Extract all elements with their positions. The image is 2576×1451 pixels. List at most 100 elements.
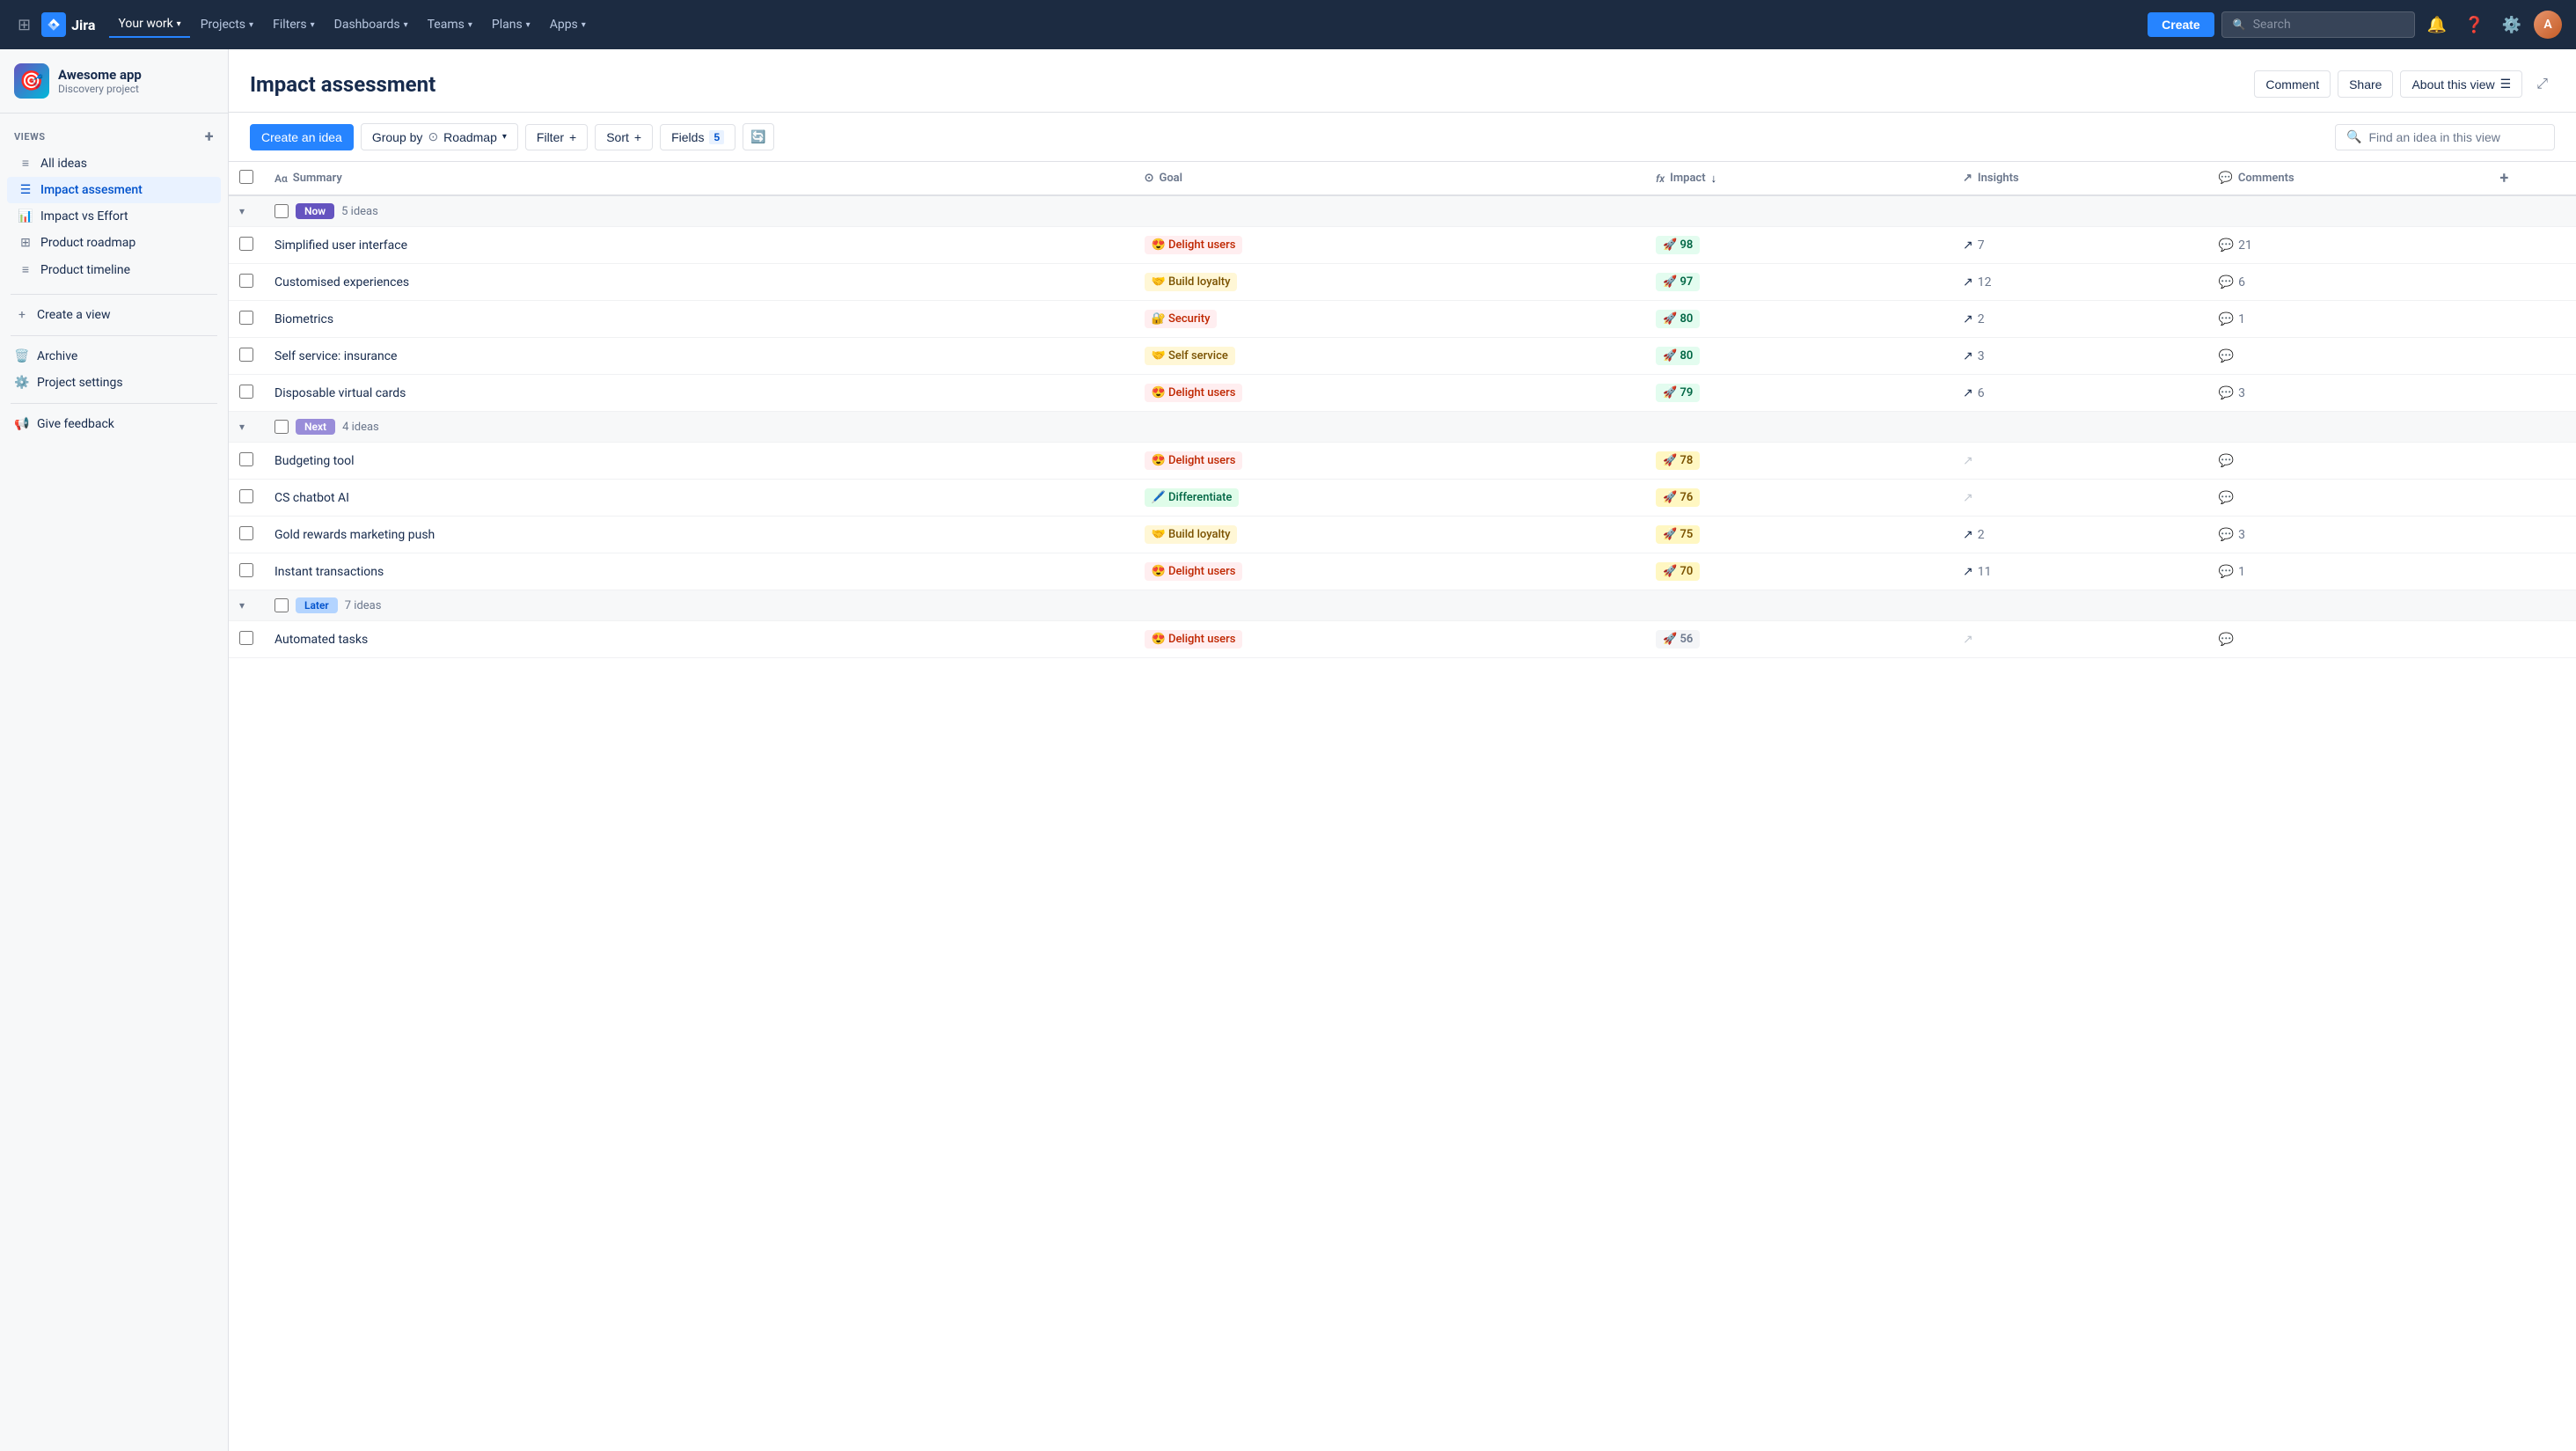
- nav-projects[interactable]: Projects ▾: [192, 12, 262, 37]
- row-checkbox[interactable]: [239, 348, 253, 362]
- sidebar-item-product-roadmap[interactable]: ⊞ Product roadmap: [7, 230, 221, 256]
- nav-dashboards[interactable]: Dashboards ▾: [326, 12, 417, 37]
- nav-filters[interactable]: Filters ▾: [264, 12, 324, 37]
- group-by-button[interactable]: Group by ⊙ Roadmap ▾: [361, 123, 518, 150]
- create-idea-button[interactable]: Create an idea: [250, 124, 354, 150]
- nav-teams[interactable]: Teams ▾: [419, 12, 481, 37]
- table-row: Disposable virtual cards 😍 Delight users…: [229, 375, 2576, 412]
- sidebar-item-product-timeline[interactable]: ≡ Product timeline: [7, 256, 221, 283]
- select-all-header: [229, 162, 264, 195]
- summary-cell[interactable]: Automated tasks: [264, 621, 1134, 658]
- summary-cell[interactable]: Instant transactions: [264, 553, 1134, 590]
- insights-metric: ↗ 6: [1963, 386, 2198, 400]
- row-checkbox[interactable]: [239, 526, 253, 540]
- goal-badge[interactable]: 😍 Delight users: [1145, 451, 1243, 470]
- row-checkbox-cell: [229, 553, 264, 590]
- summary-cell[interactable]: Budgeting tool: [264, 443, 1134, 480]
- nav-plans[interactable]: Plans ▾: [483, 12, 539, 37]
- group-count: 7 ideas: [345, 599, 382, 612]
- row-checkbox[interactable]: [239, 452, 253, 466]
- fields-button[interactable]: Fields 5: [660, 124, 735, 150]
- sidebar-item-archive[interactable]: 🗑️ Archive: [0, 343, 228, 370]
- collapse-icon[interactable]: ▾: [239, 421, 245, 433]
- find-input-container[interactable]: 🔍: [2335, 124, 2555, 150]
- select-all-checkbox[interactable]: [239, 170, 253, 184]
- notifications-icon[interactable]: 🔔: [2422, 12, 2452, 38]
- add-view-icon[interactable]: +: [205, 128, 214, 146]
- summary-cell[interactable]: Gold rewards marketing push: [264, 517, 1134, 553]
- summary-cell[interactable]: Self service: insurance: [264, 338, 1134, 375]
- collapse-icon[interactable]: ▾: [239, 205, 245, 217]
- grid-icon[interactable]: ⊞: [14, 12, 34, 38]
- list-icon: ≡: [18, 156, 33, 171]
- insights-metric: ↗ 11: [1963, 565, 2198, 579]
- comment-button[interactable]: Comment: [2254, 70, 2331, 98]
- row-checkbox[interactable]: [239, 563, 253, 577]
- sidebar-item-impact-assessment[interactable]: ☰ Impact assesment: [7, 177, 221, 203]
- add-column-icon[interactable]: +: [2499, 169, 2508, 187]
- sidebar-divider-3: [11, 403, 217, 404]
- goal-column-header[interactable]: ⊙ Goal: [1134, 162, 1646, 195]
- collapse-icon[interactable]: ▾: [239, 599, 245, 612]
- goal-badge[interactable]: 🤝 Self service: [1145, 347, 1235, 365]
- settings-icon[interactable]: ⚙️: [2497, 12, 2527, 38]
- nav-apps[interactable]: Apps ▾: [541, 12, 595, 37]
- goal-badge[interactable]: 😍 Delight users: [1145, 384, 1243, 402]
- insights-cell: ↗: [1952, 480, 2208, 517]
- goal-badge[interactable]: 😍 Delight users: [1145, 562, 1243, 581]
- summary-cell[interactable]: Biometrics: [264, 301, 1134, 338]
- goal-badge[interactable]: 🔐 Security: [1145, 310, 1218, 328]
- goal-badge[interactable]: 🤝 Build loyalty: [1145, 525, 1238, 544]
- insights-cell: ↗ 12: [1952, 264, 2208, 301]
- insights-column-header[interactable]: ↗ Insights: [1952, 162, 2208, 195]
- filter-button[interactable]: Filter +: [525, 124, 588, 150]
- share-button[interactable]: Share: [2338, 70, 2393, 98]
- group-label-cell: Now 5 ideas: [264, 195, 2576, 227]
- impact-column-header[interactable]: fx Impact ↓: [1645, 162, 1952, 195]
- sort-button[interactable]: Sort +: [595, 124, 653, 150]
- summary-cell[interactable]: Simplified user interface: [264, 227, 1134, 264]
- find-input[interactable]: [2368, 130, 2543, 144]
- goal-badge[interactable]: 😍 Delight users: [1145, 236, 1243, 254]
- search-bar[interactable]: 🔍 Search: [2221, 11, 2415, 38]
- expand-button[interactable]: ⤢: [2529, 70, 2555, 98]
- group-checkbox[interactable]: [274, 420, 289, 434]
- group-checkbox[interactable]: [274, 598, 289, 612]
- summary-column-header[interactable]: Aα Summary: [264, 162, 1134, 195]
- row-checkbox[interactable]: [239, 385, 253, 399]
- timeline-icon: ≡: [18, 262, 33, 277]
- sidebar-item-give-feedback[interactable]: 📢 Give feedback: [0, 411, 228, 437]
- feedback-icon: 📢: [14, 417, 30, 431]
- help-icon[interactable]: ❓: [2459, 12, 2489, 38]
- row-checkbox[interactable]: [239, 274, 253, 288]
- chevron-down-icon: ▾: [404, 20, 408, 30]
- sidebar-item-all-ideas[interactable]: ≡ All ideas: [7, 150, 221, 177]
- views-label: VIEWS +: [7, 124, 221, 150]
- row-checkbox[interactable]: [239, 237, 253, 251]
- sidebar-item-create-view[interactable]: + Create a view: [0, 302, 228, 328]
- comments-column-header[interactable]: 💬 Comments: [2208, 162, 2490, 195]
- goal-badge[interactable]: 😍 Delight users: [1145, 630, 1243, 649]
- create-button[interactable]: Create: [2148, 12, 2214, 37]
- goal-badge[interactable]: 🖊️ Differentiate: [1145, 488, 1240, 507]
- sidebar-item-project-settings[interactable]: ⚙️ Project settings: [0, 370, 228, 396]
- row-checkbox[interactable]: [239, 489, 253, 503]
- row-checkbox[interactable]: [239, 311, 253, 325]
- goal-badge[interactable]: 🤝 Build loyalty: [1145, 273, 1238, 291]
- comments-cell: 💬 21: [2208, 227, 2490, 264]
- comment-icon: 💬: [2219, 565, 2234, 579]
- refresh-button[interactable]: 🔄: [743, 123, 773, 150]
- summary-cell[interactable]: Disposable virtual cards: [264, 375, 1134, 412]
- group-checkbox[interactable]: [274, 204, 289, 218]
- summary-cell[interactable]: CS chatbot AI: [264, 480, 1134, 517]
- about-view-button[interactable]: About this view ☰: [2400, 70, 2522, 98]
- user-avatar[interactable]: A: [2534, 11, 2562, 39]
- jira-logo[interactable]: Jira: [41, 12, 95, 37]
- impact-cell: 🚀 78: [1645, 443, 1952, 480]
- row-checkbox[interactable]: [239, 631, 253, 645]
- sidebar-item-impact-vs-effort[interactable]: 📊 Impact vs Effort: [7, 203, 221, 230]
- comment-icon: 💬: [2219, 528, 2234, 542]
- summary-cell[interactable]: Customised experiences: [264, 264, 1134, 301]
- nav-your-work[interactable]: Your work ▾: [109, 11, 189, 38]
- add-column-header[interactable]: +: [2489, 162, 2576, 195]
